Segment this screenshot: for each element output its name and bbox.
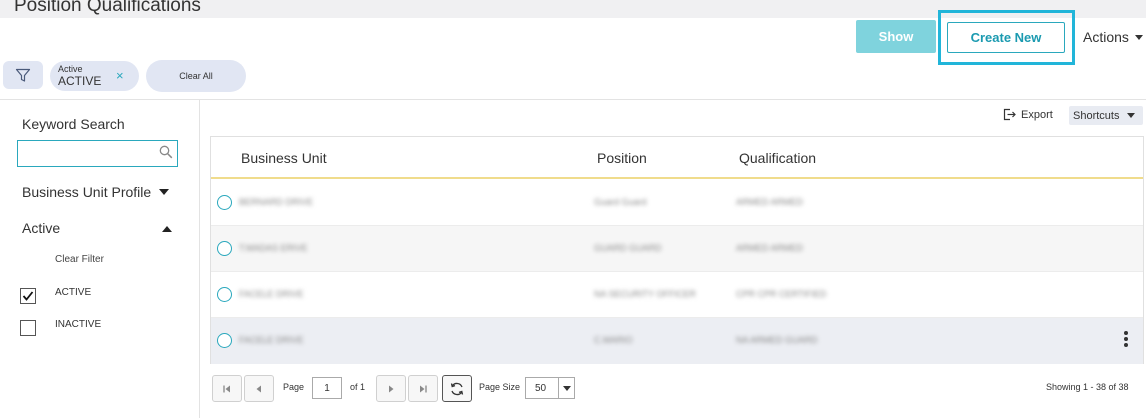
actions-menu[interactable]: Actions: [1083, 29, 1143, 45]
row-select-radio[interactable]: [217, 241, 232, 256]
chevron-left-icon: [256, 385, 261, 392]
page: Position Qualifications Show Create New …: [0, 0, 1146, 418]
last-page-button[interactable]: [408, 375, 438, 402]
first-page-button[interactable]: [212, 375, 242, 402]
page-size-value: 50: [535, 383, 547, 394]
cell-qualification: CPR CPR CERTIFIED: [736, 289, 827, 299]
table-row[interactable]: FACELE DRIVE NA SECURITY OFFICER CPR CPR…: [211, 272, 1143, 318]
export-button[interactable]: Export: [1003, 108, 1053, 121]
cell-position: C.MARIO: [594, 335, 633, 345]
cell-business-unit: BERNARD DRIVE: [239, 197, 314, 207]
chip-value: ACTIVE: [58, 74, 102, 88]
export-label: Export: [1021, 108, 1053, 121]
page-size-label: Page Size: [479, 382, 521, 392]
table-row[interactable]: T.MADAS ERIVE GUARD GUARD ARMED ARMED: [211, 226, 1143, 272]
next-page-button[interactable]: [376, 375, 406, 402]
business-unit-profile-toggle[interactable]: Business Unit Profile: [22, 184, 170, 200]
chevron-up-icon[interactable]: [162, 226, 172, 232]
cell-business-unit: T.MADAS ERIVE: [239, 243, 308, 253]
cell-position: GUARD GUARD: [594, 243, 662, 253]
page-size-select[interactable]: 50: [525, 377, 575, 399]
page-size-dropdown-toggle[interactable]: [558, 378, 574, 398]
cell-position: Guard Guard: [594, 197, 647, 207]
active-option-label: ACTIVE: [55, 287, 92, 298]
cell-business-unit: FACELE DRIVE: [239, 289, 304, 299]
page-label: Page: [283, 382, 305, 392]
divider: [0, 99, 1146, 100]
row-select-radio[interactable]: [217, 287, 232, 302]
active-checkbox[interactable]: [20, 288, 36, 304]
refresh-icon: [450, 382, 464, 395]
column-header-business-unit[interactable]: Business Unit: [241, 150, 327, 166]
cell-qualification: NA ARMED GUARD: [736, 335, 818, 345]
business-unit-profile-label: Business Unit Profile: [22, 184, 152, 200]
actions-label: Actions: [1083, 29, 1129, 45]
chevron-down-icon: [1127, 113, 1136, 118]
active-filter-header[interactable]: Active: [22, 220, 60, 236]
chevron-right-icon: [389, 385, 394, 392]
page-title: Position Qualifications: [14, 0, 201, 16]
filter-button[interactable]: [3, 61, 43, 89]
cell-qualification: ARMED ARMED: [736, 197, 804, 207]
inactive-checkbox[interactable]: [20, 320, 36, 336]
keyword-search-label: Keyword Search: [22, 116, 125, 132]
column-header-position[interactable]: Position: [597, 150, 647, 166]
export-icon: [1003, 108, 1016, 121]
record-count: Showing 1 - 38 of 38: [1046, 382, 1129, 392]
shortcuts-dropdown[interactable]: Shortcuts: [1069, 106, 1143, 125]
page-number-input[interactable]: 1: [312, 377, 342, 399]
filter-icon: [15, 68, 31, 82]
grid-header: Business Unit Position Qualification: [211, 137, 1143, 179]
qualifications-grid: Business Unit Position Qualification BER…: [210, 136, 1144, 364]
chevron-down-icon: [159, 189, 170, 195]
active-filter-chip[interactable]: Active ACTIVE ×: [50, 61, 139, 91]
keyword-search-input[interactable]: [17, 140, 178, 167]
close-icon[interactable]: ×: [116, 68, 124, 83]
create-new-highlight: Create New: [938, 10, 1075, 65]
page-of-label: of 1: [350, 382, 366, 392]
cell-qualification: ARMED ARMED: [736, 243, 804, 253]
clear-filter-link[interactable]: Clear Filter: [55, 254, 104, 265]
chevron-down-icon: [1134, 34, 1143, 40]
row-select-radio[interactable]: [217, 333, 232, 348]
create-new-button[interactable]: Create New: [947, 22, 1065, 53]
more-options-icon[interactable]: [1124, 331, 1128, 349]
last-page-icon: [420, 385, 427, 392]
checkmark-icon: [22, 291, 34, 301]
chip-label: Active: [58, 64, 83, 74]
sidebar-divider: [199, 100, 200, 418]
inactive-option-label: INACTIVE: [55, 319, 102, 330]
search-icon[interactable]: [159, 145, 173, 159]
table-row[interactable]: FACELE DRIVE C.MARIO NA ARMED GUARD: [211, 318, 1143, 364]
row-select-radio[interactable]: [217, 195, 232, 210]
table-row[interactable]: BERNARD DRIVE Guard Guard ARMED ARMED: [211, 180, 1143, 226]
first-page-icon: [223, 385, 230, 392]
clear-all-button[interactable]: Clear All: [146, 60, 246, 92]
previous-page-button[interactable]: [244, 375, 274, 402]
column-header-qualification[interactable]: Qualification: [739, 150, 816, 166]
refresh-button[interactable]: [442, 375, 472, 402]
cell-business-unit: FACELE DRIVE: [239, 335, 304, 345]
shortcuts-label: Shortcuts: [1073, 109, 1120, 122]
show-button[interactable]: Show: [856, 20, 936, 53]
cell-position: NA SECURITY OFFICER: [594, 289, 696, 299]
chevron-down-icon: [562, 385, 571, 391]
